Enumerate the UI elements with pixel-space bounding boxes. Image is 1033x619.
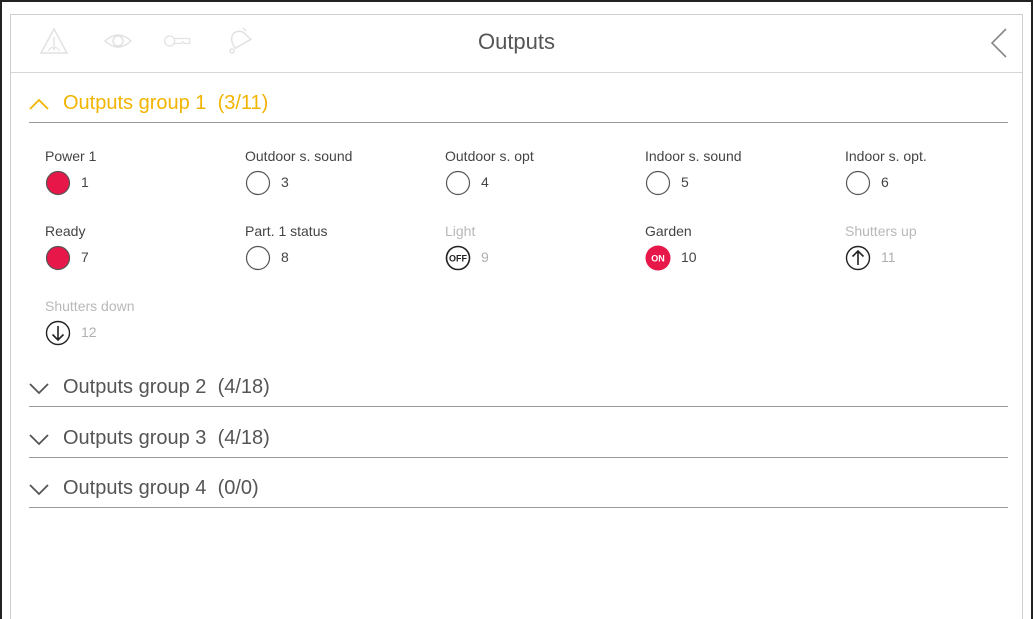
output-state-off-icon[interactable] [245, 170, 271, 196]
switch-off-icon[interactable]: OFF [445, 245, 471, 271]
output-number: 9 [481, 249, 489, 265]
output-item: Ready 7 [45, 223, 235, 273]
group-header-1[interactable]: Outputs group 1 (3/11) [29, 92, 1008, 123]
output-name: Ready [45, 223, 86, 239]
output-item: Outdoor s. opt 4 [445, 148, 635, 198]
group-title-4: Outputs group 4 (0/0) [63, 477, 259, 499]
output-state-on-icon[interactable] [45, 245, 71, 271]
output-item: Shutters up 11 [845, 223, 1033, 273]
output-name: Indoor s. sound [645, 148, 742, 164]
output-name: Outdoor s. sound [245, 148, 353, 164]
output-item: Light OFF 9 [445, 223, 635, 273]
output-number: 6 [881, 174, 889, 190]
output-item: Garden ON 10 [645, 223, 835, 273]
group-title-1: Outputs group 1 (3/11) [63, 92, 269, 114]
output-item: Power 1 1 [45, 148, 235, 198]
page-title: Outputs [477, 29, 556, 54]
output-name: Outdoor s. opt [445, 148, 534, 164]
group-header-3[interactable]: Outputs group 3 (4/18) [29, 427, 1008, 458]
switch-badge: ON [651, 254, 665, 264]
chevron-down-icon [29, 434, 49, 446]
output-item: Indoor s. opt. 6 [845, 148, 1033, 198]
output-state-off-icon[interactable] [845, 170, 871, 196]
output-number: 11 [881, 249, 896, 265]
output-number: 12 [81, 324, 97, 340]
group-header-4[interactable]: Outputs group 4 (0/0) [29, 477, 1008, 508]
output-name: Shutters down [45, 298, 135, 314]
arrow-up-icon[interactable] [845, 245, 871, 271]
group-header-2[interactable]: Outputs group 2 (4/18) [29, 376, 1008, 407]
group-title-3: Outputs group 3 (4/18) [63, 427, 270, 449]
chevron-up-icon [29, 98, 49, 110]
header-bar: Outputs [11, 15, 1022, 73]
output-name: Garden [645, 223, 692, 239]
output-state-off-icon[interactable] [645, 170, 671, 196]
output-name: Light [445, 223, 476, 239]
chevron-down-icon [29, 383, 49, 395]
output-item: Indoor s. sound 5 [645, 148, 835, 198]
output-number: 8 [281, 249, 289, 265]
output-name: Shutters up [845, 223, 917, 239]
output-name: Part. 1 status [245, 223, 328, 239]
switch-on-icon[interactable]: ON [645, 245, 671, 271]
output-state-off-icon[interactable] [445, 170, 471, 196]
output-name: Indoor s. opt. [845, 148, 927, 164]
output-number: 5 [681, 174, 689, 190]
output-number: 3 [281, 174, 289, 190]
output-number: 7 [81, 249, 89, 265]
outputs-screen: Outputs Outputs group 1 (3/11) Power 1 1… [10, 14, 1023, 619]
chevron-down-icon [29, 484, 49, 496]
switch-badge: OFF [449, 254, 467, 264]
output-name: Power 1 [45, 148, 97, 164]
output-number: 10 [681, 249, 697, 265]
arrow-down-icon[interactable] [45, 320, 71, 346]
group-title-2: Outputs group 2 (4/18) [63, 376, 270, 398]
output-state-on-icon[interactable] [45, 170, 71, 196]
output-number: 4 [481, 174, 489, 190]
output-state-off-icon[interactable] [245, 245, 271, 271]
output-item: Part. 1 status 8 [245, 223, 435, 273]
chevron-left-icon[interactable] [988, 27, 1010, 59]
output-item: Shutters down 12 [45, 298, 235, 348]
output-number: 1 [81, 174, 89, 190]
output-item: Outdoor s. sound 3 [245, 148, 435, 198]
